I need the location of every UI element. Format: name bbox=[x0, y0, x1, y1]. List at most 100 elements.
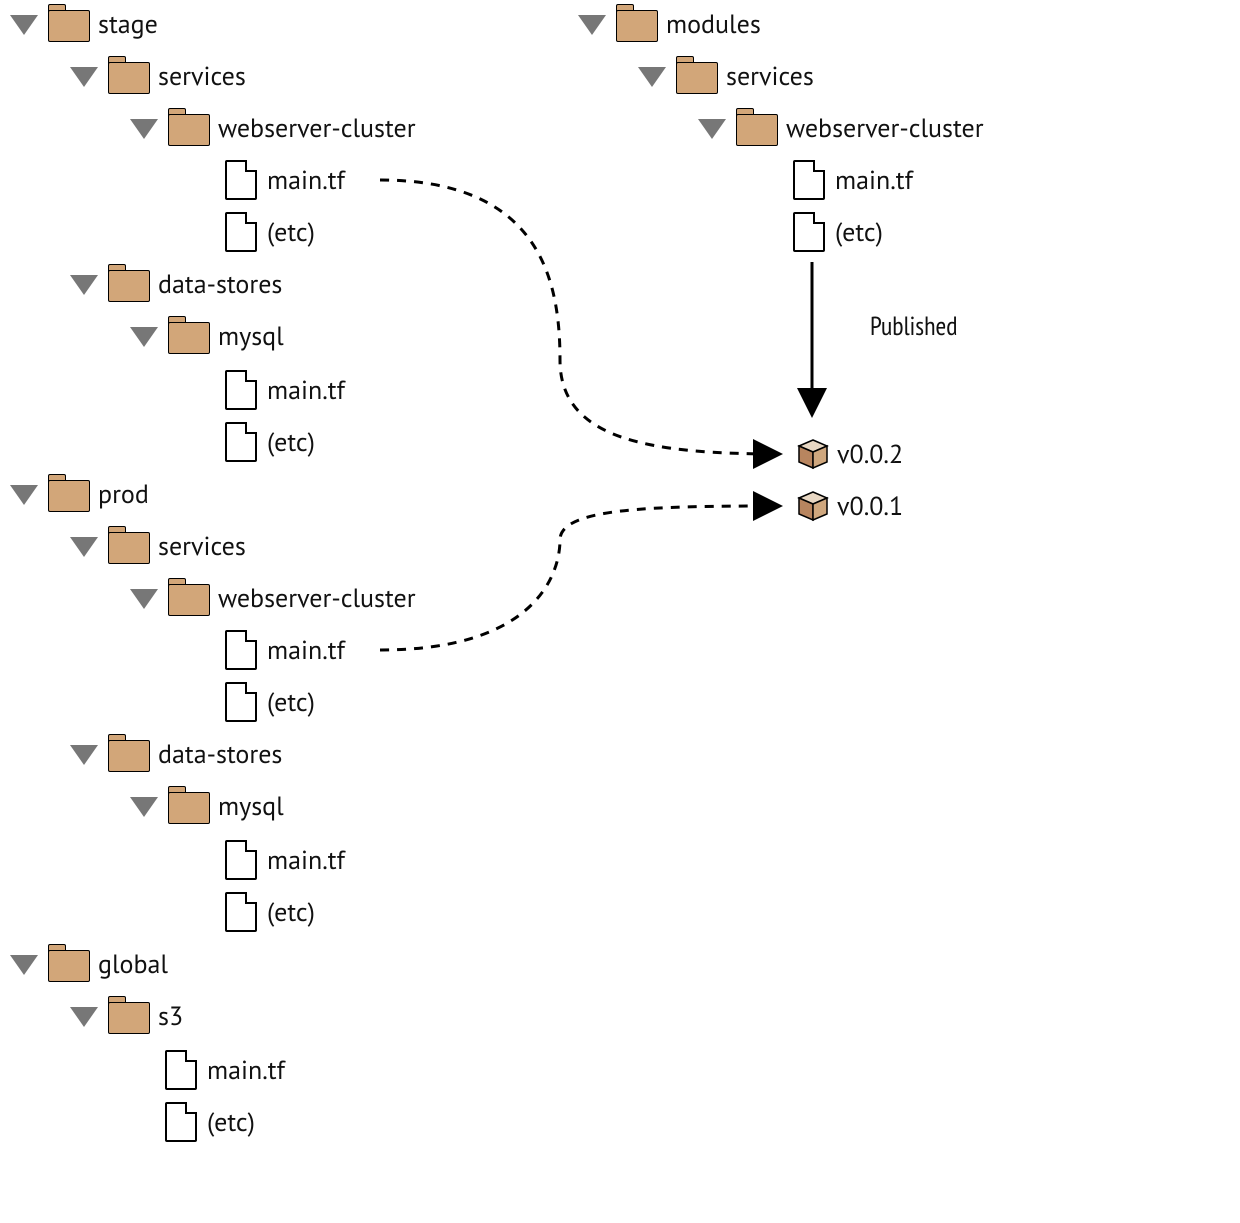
folder-label: mysql bbox=[218, 320, 284, 353]
file-prod-etc: (etc) bbox=[225, 682, 315, 722]
folder-label: webserver-cluster bbox=[786, 112, 984, 145]
file-icon bbox=[225, 212, 257, 252]
file-icon bbox=[225, 682, 257, 722]
chevron-down-icon bbox=[698, 119, 726, 139]
folder-stage-mysql: mysql bbox=[130, 320, 284, 353]
folder-global-s3: s3 bbox=[70, 1000, 183, 1033]
file-modules-etc: (etc) bbox=[793, 212, 883, 252]
folder-icon bbox=[48, 950, 88, 980]
folder-label: s3 bbox=[158, 1000, 183, 1033]
file-icon bbox=[165, 1050, 197, 1090]
chevron-down-icon bbox=[70, 275, 98, 295]
file-prod-mysql-main-tf: main.tf bbox=[225, 840, 345, 880]
folder-icon bbox=[168, 322, 208, 352]
folder-label: data-stores bbox=[158, 738, 282, 771]
folder-label: services bbox=[158, 60, 246, 93]
folder-icon bbox=[168, 792, 208, 822]
file-label: (etc) bbox=[267, 426, 315, 459]
file-global-etc: (etc) bbox=[165, 1102, 255, 1142]
file-label: (etc) bbox=[267, 686, 315, 719]
chevron-down-icon bbox=[130, 589, 158, 609]
folder-icon bbox=[48, 10, 88, 40]
chevron-down-icon bbox=[130, 327, 158, 347]
file-stage-main-tf: main.tf bbox=[225, 160, 345, 200]
package-v1: v0.0.1 bbox=[793, 490, 903, 523]
folder-stage-webserver-cluster: webserver-cluster bbox=[130, 112, 416, 145]
file-modules-main-tf: main.tf bbox=[793, 160, 913, 200]
file-label: main.tf bbox=[267, 374, 345, 407]
folder-global: global bbox=[10, 948, 168, 981]
chevron-down-icon bbox=[10, 485, 38, 505]
chevron-down-icon bbox=[10, 15, 38, 35]
chevron-down-icon bbox=[70, 537, 98, 557]
folder-label: data-stores bbox=[158, 268, 282, 301]
folder-stage-data-stores: data-stores bbox=[70, 268, 282, 301]
folder-label: services bbox=[158, 530, 246, 563]
file-label: (etc) bbox=[267, 896, 315, 929]
file-stage-etc: (etc) bbox=[225, 212, 315, 252]
file-label: (etc) bbox=[267, 216, 315, 249]
file-prod-mysql-etc: (etc) bbox=[225, 892, 315, 932]
folder-icon bbox=[108, 1002, 148, 1032]
chevron-down-icon bbox=[70, 1007, 98, 1027]
folder-icon bbox=[108, 62, 148, 92]
chevron-down-icon bbox=[130, 797, 158, 817]
file-icon bbox=[165, 1102, 197, 1142]
file-prod-main-tf: main.tf bbox=[225, 630, 345, 670]
file-icon bbox=[793, 160, 825, 200]
folder-prod-mysql: mysql bbox=[130, 790, 284, 823]
file-icon bbox=[225, 160, 257, 200]
folder-icon bbox=[48, 480, 88, 510]
folder-icon bbox=[108, 270, 148, 300]
folder-icon bbox=[168, 114, 208, 144]
file-icon bbox=[225, 892, 257, 932]
file-label: main.tf bbox=[267, 164, 345, 197]
file-icon bbox=[225, 840, 257, 880]
folder-label: webserver-cluster bbox=[218, 112, 416, 145]
file-label: main.tf bbox=[835, 164, 913, 197]
folder-icon bbox=[676, 62, 716, 92]
file-icon bbox=[225, 370, 257, 410]
file-label: (etc) bbox=[835, 216, 883, 249]
folder-label: stage bbox=[98, 8, 158, 41]
package-icon bbox=[793, 492, 827, 522]
folder-stage-services: services bbox=[70, 60, 246, 93]
arrow-stage-to-v2 bbox=[380, 180, 780, 454]
folder-prod-data-stores: data-stores bbox=[70, 738, 282, 771]
folder-label: mysql bbox=[218, 790, 284, 823]
folder-label: webserver-cluster bbox=[218, 582, 416, 615]
folder-icon bbox=[616, 10, 656, 40]
package-v2: v0.0.2 bbox=[793, 438, 903, 471]
folder-stage: stage bbox=[10, 8, 158, 41]
chevron-down-icon bbox=[578, 15, 606, 35]
folder-icon bbox=[168, 584, 208, 614]
file-icon bbox=[225, 422, 257, 462]
file-label: main.tf bbox=[267, 844, 345, 877]
file-label: main.tf bbox=[207, 1054, 285, 1087]
file-icon bbox=[225, 630, 257, 670]
chevron-down-icon bbox=[638, 67, 666, 87]
folder-modules-webserver-cluster: webserver-cluster bbox=[698, 112, 984, 145]
folder-label: modules bbox=[666, 8, 761, 41]
file-stage-mysql-etc: (etc) bbox=[225, 422, 315, 462]
folder-prod-webserver-cluster: webserver-cluster bbox=[130, 582, 416, 615]
folder-label: prod bbox=[98, 478, 149, 511]
published-label: Published bbox=[870, 310, 958, 343]
folder-prod-services: services bbox=[70, 530, 246, 563]
folder-icon bbox=[108, 740, 148, 770]
file-stage-mysql-main-tf: main.tf bbox=[225, 370, 345, 410]
chevron-down-icon bbox=[70, 67, 98, 87]
version-label: v0.0.2 bbox=[837, 438, 903, 471]
folder-label: services bbox=[726, 60, 814, 93]
chevron-down-icon bbox=[70, 745, 98, 765]
folder-icon bbox=[108, 532, 148, 562]
chevron-down-icon bbox=[10, 955, 38, 975]
version-label: v0.0.1 bbox=[837, 490, 903, 523]
package-icon bbox=[793, 440, 827, 470]
file-label: main.tf bbox=[267, 634, 345, 667]
file-global-main-tf: main.tf bbox=[165, 1050, 285, 1090]
file-label: (etc) bbox=[207, 1106, 255, 1139]
file-icon bbox=[793, 212, 825, 252]
folder-modules: modules bbox=[578, 8, 761, 41]
arrow-prod-to-v1 bbox=[380, 506, 780, 650]
